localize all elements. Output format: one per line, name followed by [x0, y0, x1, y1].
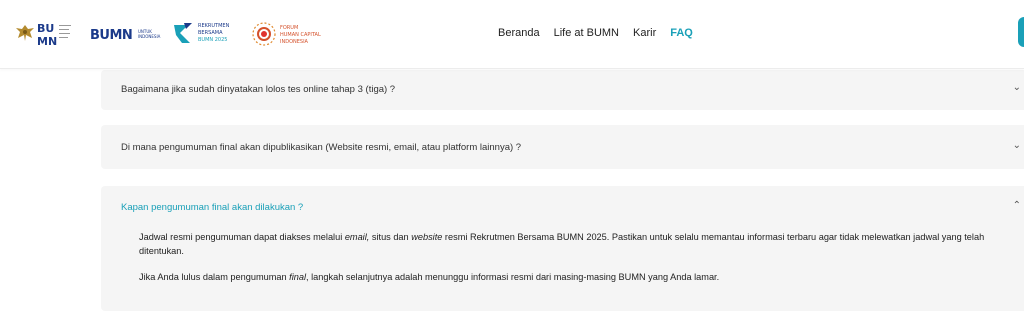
nav-beranda[interactable]: Beranda [498, 27, 540, 39]
nav-life-at-bumn[interactable]: Life at BUMN [554, 27, 619, 39]
faq-item-3[interactable]: Kapan pengumuman final akan dilakukan ? … [101, 186, 1024, 311]
svg-text:BUMN 2025: BUMN 2025 [198, 37, 227, 43]
main-nav: Beranda Life at BUMN Karir FAQ [498, 27, 693, 39]
header-action-button[interactable] [1018, 17, 1024, 47]
rekrutmen-bersama-logo[interactable]: REKRUTMEN BERSAMA BUMN 2025 [172, 19, 242, 49]
svg-text:FORUM: FORUM [280, 25, 298, 31]
bumn-untuk-indonesia-logo[interactable]: BUMN UNTUK INDONESIA [90, 25, 165, 43]
fhci-logo[interactable]: FORUM HUMAN CAPITAL INDONESIA [250, 15, 322, 53]
chevron-down-icon[interactable]: ⌄ [1013, 140, 1021, 151]
svg-text:BU: BU [37, 22, 54, 35]
faq-answer-3-paragraph-1: Jadwal resmi pengumuman dapat diakses me… [139, 232, 985, 256]
svg-text:MN: MN [37, 35, 57, 48]
faq-question-3: Kapan pengumuman final akan dilakukan ? [121, 202, 304, 213]
svg-text:BUMN: BUMN [90, 28, 132, 43]
faq-item-2[interactable]: Di mana pengumuman final akan dipublikas… [101, 125, 1024, 169]
chevron-down-icon[interactable]: ⌄ [1013, 82, 1021, 93]
svg-text:INDONESIA: INDONESIA [138, 34, 161, 39]
nav-karir[interactable]: Karir [633, 27, 656, 39]
bumn-logo[interactable]: BU MN [37, 20, 73, 48]
nav-faq[interactable]: FAQ [670, 27, 693, 39]
faq-item-1[interactable]: Bagaimana jika sudah dinyatakan lolos te… [101, 70, 1024, 110]
garuda-emblem-icon[interactable] [14, 22, 36, 44]
faq-question-2: Di mana pengumuman final akan dipublikas… [121, 142, 522, 153]
svg-text:REKRUTMEN: REKRUTMEN [198, 23, 230, 29]
svg-text:INDONESIA: INDONESIA [280, 39, 309, 45]
svg-text:BERSAMA: BERSAMA [198, 30, 223, 36]
chevron-up-icon[interactable]: ⌃ [1013, 200, 1021, 211]
site-header: BU MN BUMN UNTUK INDONESIA REKRUTMEN BER… [0, 0, 1024, 69]
faq-answer-3-paragraph-2: Jika Anda lulus dalam pengumuman final, … [139, 272, 720, 282]
svg-text:HUMAN CAPITAL: HUMAN CAPITAL [280, 32, 321, 38]
faq-question-1: Bagaimana jika sudah dinyatakan lolos te… [121, 84, 396, 95]
